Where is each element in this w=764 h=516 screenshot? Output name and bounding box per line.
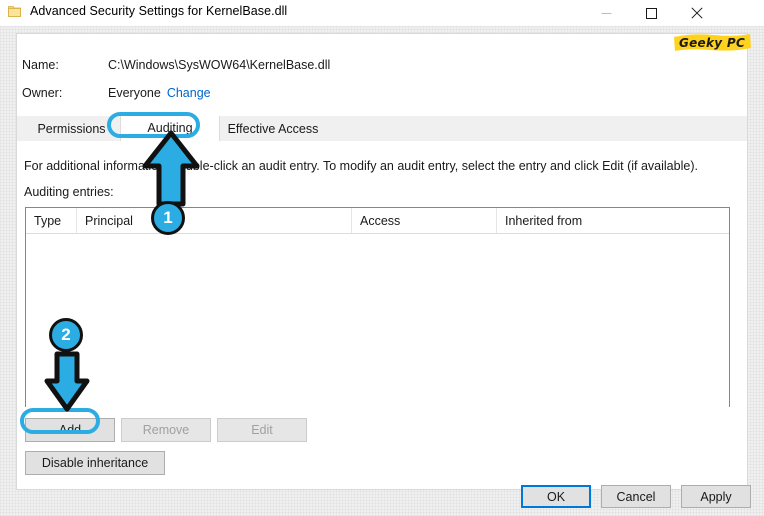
column-header-type-label: Type	[34, 213, 62, 228]
ok-button-label: OK	[546, 489, 566, 504]
dialog-window: Advanced Security Settings for KernelBas…	[0, 0, 764, 516]
auditing-entries-list[interactable]: Type Principal Access Inherited from	[25, 207, 730, 407]
geeky-pc-watermark-label: Geeky PC	[678, 36, 746, 50]
instructions-text: For additional information, double-click…	[24, 159, 698, 173]
edit-button: Edit	[217, 418, 307, 442]
name-value: C:\Windows\SysWOW64\KernelBase.dll	[108, 58, 331, 72]
remove-button-label: Remove	[142, 423, 190, 437]
maximize-icon[interactable]	[629, 0, 674, 26]
cancel-button[interactable]: Cancel	[601, 485, 671, 508]
column-header-inherited-from[interactable]: Inherited from	[496, 208, 731, 233]
name-row: Name: C:\Windows\SysWOW64\KernelBase.dll	[22, 58, 330, 72]
tab-permissions[interactable]: Permissions	[23, 116, 121, 141]
tab-effective-access-label: Effective Access	[227, 121, 319, 136]
ok-button[interactable]: OK	[521, 485, 591, 508]
tab-content-auditing: For additional information, double-click…	[17, 141, 747, 489]
column-header-inherited-from-label: Inherited from	[505, 213, 583, 228]
title-bar: Advanced Security Settings for KernelBas…	[0, 0, 764, 27]
auditing-entries-label: Auditing entries:	[24, 185, 114, 199]
name-label: Name:	[22, 58, 59, 72]
geeky-pc-watermark: Geeky PC	[672, 31, 752, 55]
disable-inheritance-button[interactable]: Disable inheritance	[25, 451, 165, 475]
minimize-icon[interactable]	[584, 0, 629, 26]
window-title: Advanced Security Settings for KernelBas…	[30, 4, 288, 18]
column-header-access[interactable]: Access	[351, 208, 496, 233]
tab-auditing-label: Auditing	[147, 121, 193, 135]
column-header-principal[interactable]: Principal	[76, 208, 351, 233]
tab-auditing[interactable]: Auditing	[121, 116, 219, 141]
tab-effective-access[interactable]: Effective Access	[219, 116, 326, 141]
column-header-access-label: Access	[360, 213, 401, 228]
add-button-label: Add	[58, 423, 82, 437]
folder-icon	[8, 5, 21, 18]
cancel-button-label: Cancel	[616, 489, 656, 504]
list-header-row: Type Principal Access Inherited from	[26, 208, 729, 234]
apply-button-label: Apply	[700, 489, 732, 504]
owner-value: Everyone	[108, 86, 161, 100]
edit-button-label: Edit	[251, 423, 273, 437]
list-body[interactable]	[26, 234, 729, 407]
owner-label: Owner:	[22, 86, 63, 100]
owner-change-link[interactable]: Change	[167, 86, 211, 100]
tab-permissions-label: Permissions	[37, 121, 106, 136]
owner-row: Owner: Everyone Change	[22, 86, 211, 100]
remove-button: Remove	[121, 418, 211, 442]
disable-inheritance-button-label: Disable inheritance	[41, 456, 149, 470]
close-icon[interactable]	[674, 0, 719, 26]
add-button[interactable]: Add	[25, 418, 115, 442]
column-header-type[interactable]: Type	[26, 208, 76, 233]
tab-strip: Permissions Auditing Effective Access	[17, 116, 747, 142]
column-header-principal-label: Principal	[85, 213, 133, 228]
content-panel: Name: C:\Windows\SysWOW64\KernelBase.dll …	[16, 33, 748, 490]
apply-button[interactable]: Apply	[681, 485, 751, 508]
